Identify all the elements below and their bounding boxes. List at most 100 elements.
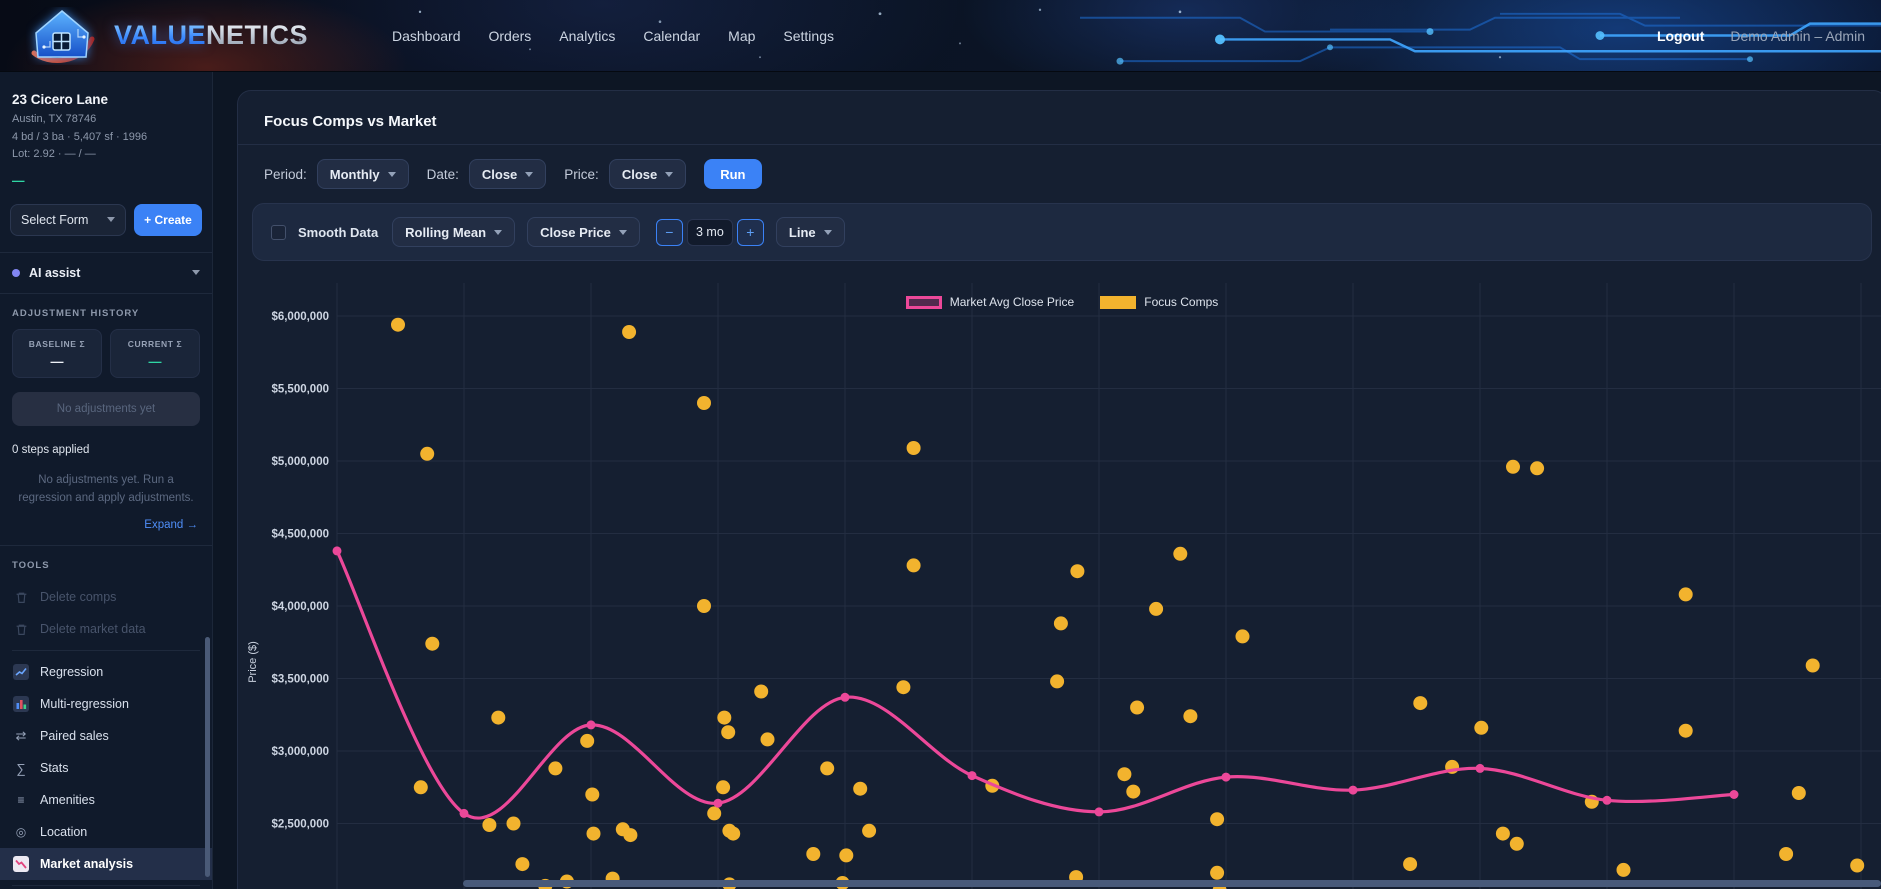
scatter-point	[1173, 547, 1187, 561]
scatter-point	[697, 599, 711, 613]
scatter-point	[587, 827, 601, 841]
adjustment-stat-boxes: BASELINE Σ — CURRENT Σ —	[0, 329, 212, 378]
chevron-down-icon	[525, 172, 533, 177]
scatter-point	[853, 782, 867, 796]
brand-logo[interactable]: VALUENETICS	[26, 7, 388, 65]
tool-item-stats[interactable]: ∑Stats	[0, 752, 212, 784]
select-form-dropdown[interactable]: Select Form	[10, 204, 126, 236]
line-marker	[1603, 796, 1612, 805]
window-increase-button[interactable]: +	[737, 219, 764, 246]
sidebar-divider	[12, 885, 200, 886]
window-stepper: − 3 mo +	[656, 219, 764, 246]
chart-style-select[interactable]: Line	[776, 217, 845, 247]
current-label: CURRENT Σ	[113, 339, 197, 349]
period-select[interactable]: Monthly	[317, 159, 409, 189]
ai-assist-toggle[interactable]: AI assist	[0, 253, 212, 293]
tool-item-amenities[interactable]: ≡Amenities	[0, 784, 212, 816]
property-address: 23 Cicero Lane	[0, 84, 212, 111]
legend-item-market-avg[interactable]: Market Avg Close Price	[906, 295, 1075, 309]
smoothing-field-value: Close Price	[540, 225, 611, 240]
no-adjustments-button[interactable]: No adjustments yet	[12, 392, 200, 426]
scatter-point	[1779, 847, 1793, 861]
smooth-data-panel: Smooth Data Rolling Mean Close Price − 3…	[252, 203, 1872, 261]
tool-item-location[interactable]: ◎Location	[0, 816, 212, 848]
tool-item-paired-sales[interactable]: ⇄Paired sales	[0, 720, 212, 752]
scatter-point	[1070, 564, 1084, 578]
nav-item-settings[interactable]: Settings	[783, 28, 834, 44]
sidebar: 23 Cicero Lane Austin, TX 78746 4 bd / 3…	[0, 72, 213, 889]
chevron-down-icon	[824, 230, 832, 235]
line-marker	[587, 720, 596, 729]
scatter-point	[548, 761, 562, 775]
scatter-point	[707, 806, 721, 820]
logout-button[interactable]: Logout	[1657, 28, 1704, 44]
nav-item-map[interactable]: Map	[728, 28, 755, 44]
nav-item-calendar[interactable]: Calendar	[643, 28, 700, 44]
page-body: 23 Cicero Lane Austin, TX 78746 4 bd / 3…	[0, 72, 1881, 889]
scatter-point	[1117, 767, 1131, 781]
adjustment-hint-text: No adjustments yet. Run a regression and…	[0, 456, 212, 508]
y-tick-label: $4,000,000	[271, 601, 329, 613]
scatter-point	[414, 780, 428, 794]
price-select[interactable]: Close	[609, 159, 686, 189]
nav-item-orders[interactable]: Orders	[489, 28, 532, 44]
tool-item-regression[interactable]: Regression	[0, 656, 212, 688]
scatter-point	[697, 396, 711, 410]
scatter-point	[1149, 602, 1163, 616]
date-label: Date:	[427, 167, 459, 182]
scatter-line-chart: $6,000,000$5,500,000$5,000,000$4,500,000…	[238, 269, 1881, 889]
smooth-data-checkbox[interactable]	[271, 225, 286, 240]
tool-item-delete-comps[interactable]: Delete comps	[0, 581, 212, 613]
legend-item-focus-comps[interactable]: Focus Comps	[1100, 295, 1218, 309]
chart-area: Market Avg Close Price Focus Comps $6,00…	[238, 269, 1881, 889]
scatter-point	[1496, 827, 1510, 841]
scatter-point	[1679, 724, 1693, 738]
property-specs: 4 bd / 3 ba · 5,407 sf · 1996	[12, 129, 200, 147]
sidebar-scrollbar[interactable]	[205, 637, 210, 877]
date-select[interactable]: Close	[469, 159, 546, 189]
property-city: Austin, TX 78746	[12, 111, 200, 129]
tool-item-market-analysis[interactable]: Market analysis	[0, 848, 212, 880]
line-marker	[1095, 807, 1104, 816]
brand-word-value: VALUE	[114, 20, 206, 50]
chevron-down-icon	[107, 217, 115, 222]
nav-item-analytics[interactable]: Analytics	[559, 28, 615, 44]
tool-item-label: Delete comps	[40, 590, 116, 604]
expand-link[interactable]: Expand →	[0, 507, 212, 545]
tool-item-multi-regression[interactable]: Multi-regression	[0, 688, 212, 720]
line-marker	[841, 693, 850, 702]
scatter-point	[623, 828, 637, 842]
smoothing-field-select[interactable]: Close Price	[527, 217, 640, 247]
scatter-point	[1130, 701, 1144, 715]
line-marker	[333, 546, 342, 555]
market-avg-line	[337, 551, 1734, 818]
scatter-point	[1806, 659, 1820, 673]
scatter-point	[1474, 721, 1488, 735]
legend-market-label: Market Avg Close Price	[950, 295, 1075, 309]
nav-item-dashboard[interactable]: Dashboard	[392, 28, 461, 44]
scatter-point	[622, 325, 636, 339]
create-button[interactable]: + Create	[134, 204, 202, 236]
y-tick-label: $5,500,000	[271, 384, 329, 396]
tool-item-label: Multi-regression	[40, 697, 129, 711]
scatter-point	[907, 441, 921, 455]
top-banner: VALUENETICS Dashboard Orders Analytics Cale…	[0, 0, 1881, 72]
smoothing-method-select[interactable]: Rolling Mean	[392, 217, 515, 247]
tool-item-delete-market-data[interactable]: Delete market data	[0, 613, 212, 645]
sigma-icon: ∑	[12, 759, 30, 777]
scatter-point	[716, 780, 730, 794]
tool-item-label: Regression	[40, 665, 103, 679]
run-button[interactable]: Run	[704, 159, 761, 189]
price-label: Price:	[564, 167, 599, 182]
line-marker	[1730, 790, 1739, 799]
house-circuit-logo-icon	[26, 7, 98, 65]
trash-icon	[12, 588, 30, 606]
horizontal-scrollbar-thumb[interactable]	[463, 880, 1881, 887]
period-label: Period:	[264, 167, 307, 182]
scatter-point	[425, 637, 439, 651]
line-marker	[1476, 764, 1485, 773]
line-marker	[460, 809, 469, 818]
focus-comps-swatch-icon	[1100, 296, 1136, 309]
tool-item-label: Paired sales	[40, 729, 109, 743]
window-decrease-button[interactable]: −	[656, 219, 683, 246]
